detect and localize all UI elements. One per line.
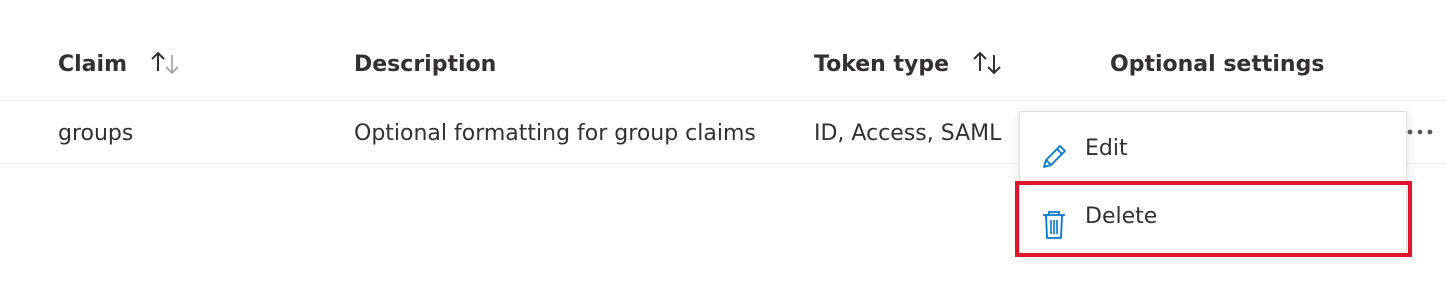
menu-item-label: Delete [1085,204,1158,229]
sort-icon[interactable] [149,50,183,85]
claims-table-view: Claim Description Token type Optional se… [0,0,1446,302]
cell-token-type: ID, Access, SAML [814,121,1002,146]
menu-item-label: Edit [1085,136,1128,161]
menu-item-delete[interactable]: Delete [1020,184,1406,250]
cell-description: Optional formatting for group claims [354,121,756,146]
column-header-token-type[interactable]: Token type [814,50,1005,80]
sort-icon[interactable] [971,50,1005,85]
row-context-menu: Edit Delete [1019,111,1407,254]
column-header-description[interactable]: Description [354,50,496,80]
column-header-label: Description [354,52,497,77]
cell-claim[interactable]: groups [58,119,133,149]
menu-item-edit[interactable]: Edit [1020,116,1406,182]
row-divider [0,100,1446,101]
column-header-label: Optional settings [1110,52,1325,77]
trash-icon [1038,202,1070,239]
column-header-label: Token type [814,52,950,77]
pencil-icon [1038,134,1070,168]
column-header-optional-settings[interactable]: Optional settings [1110,50,1324,80]
column-header-label: Claim [58,52,127,77]
column-header-claim[interactable]: Claim [58,50,183,80]
